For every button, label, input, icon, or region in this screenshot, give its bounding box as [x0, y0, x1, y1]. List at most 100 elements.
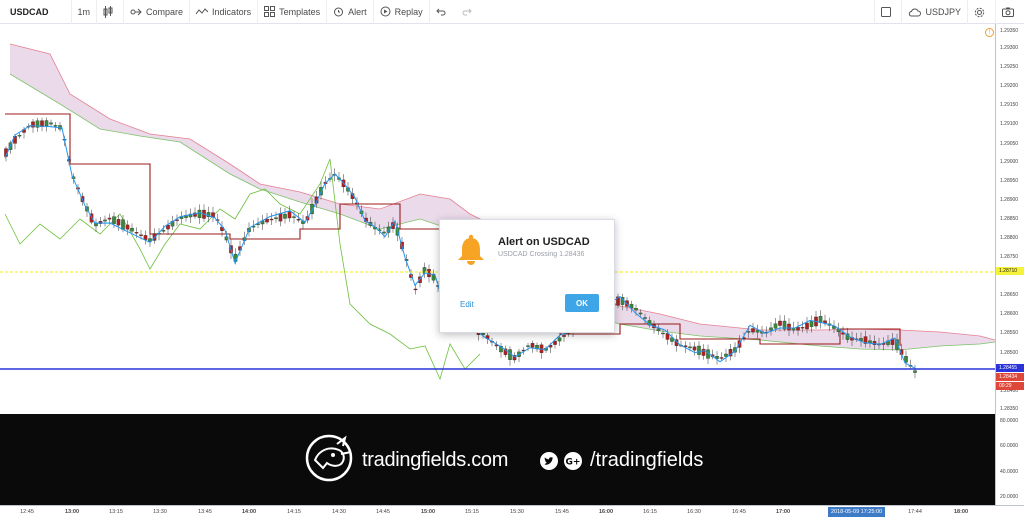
candle-body	[161, 230, 166, 232]
symbol-search[interactable]: USDCAD	[0, 0, 72, 24]
candle-body	[526, 345, 530, 347]
interval-label: 1m	[77, 6, 91, 17]
redo-button[interactable]	[456, 0, 482, 24]
candle-body	[265, 218, 269, 223]
time-label: 13:30	[153, 509, 167, 515]
price-label: 1.29000	[1000, 159, 1019, 165]
undo-button[interactable]	[430, 0, 456, 24]
time-label: 17:44	[908, 509, 922, 515]
candle-body	[278, 213, 283, 222]
candle-body	[751, 328, 755, 333]
candle-body	[296, 219, 301, 221]
price-label: 1.28750	[1000, 254, 1019, 260]
gear-icon	[974, 7, 985, 17]
price-label: 1.29050	[1000, 141, 1019, 147]
price-label: 1.29100	[1000, 121, 1019, 127]
time-label: 14:00	[241, 509, 257, 515]
templates-button[interactable]: Templates	[258, 0, 328, 24]
candle-body	[634, 308, 638, 311]
indicators-button[interactable]: Indicators	[190, 0, 259, 24]
price-label: 1.28850	[1000, 216, 1019, 222]
chart-style-button[interactable]	[97, 0, 125, 24]
alert-button[interactable]: Alert	[327, 0, 374, 24]
settings-button[interactable]	[967, 0, 995, 24]
price-label: 1.28900	[1000, 197, 1019, 203]
brand-text: tradingfields.com	[362, 449, 509, 471]
price-label: 1.28350	[1000, 406, 1019, 412]
templates-icon	[264, 6, 276, 17]
price-label: 1.29350	[1000, 28, 1019, 34]
candle-body	[724, 353, 728, 357]
chart-toolbar: USDCAD 1m Compare Indicators Templates A…	[0, 0, 1024, 24]
candle-body	[134, 232, 139, 234]
interval-button[interactable]: 1m	[72, 0, 98, 24]
time-label: 12:45	[20, 509, 34, 515]
candle-body	[44, 120, 49, 127]
compare-label: Compare	[146, 6, 184, 17]
candle-body	[17, 135, 22, 137]
candle-body	[701, 348, 706, 356]
oscillator-label: 80.0000	[1000, 418, 1019, 424]
time-label: 15:45	[555, 509, 569, 515]
replay-label: Replay	[394, 6, 423, 17]
candle-body	[107, 217, 112, 220]
candle-body	[661, 332, 665, 335]
price-label: 1.28800	[1000, 235, 1019, 241]
time-label: 14:15	[287, 509, 301, 515]
camera-button[interactable]	[995, 0, 1024, 24]
candle-body	[755, 330, 760, 333]
candle-body	[112, 216, 116, 224]
oscillator-label: 20.0000	[1000, 494, 1019, 500]
candle-body	[796, 327, 800, 331]
fullscreen-button[interactable]	[874, 0, 901, 24]
candle-body	[269, 218, 274, 221]
info-icon[interactable]: !	[985, 28, 994, 37]
candle-body	[103, 219, 107, 222]
alert-label: Alert	[348, 6, 367, 17]
candle-body	[557, 337, 562, 342]
price-tag: 00:29	[996, 382, 1024, 390]
price-tag: 1.28455	[996, 364, 1024, 372]
dialog-title: Alert on USDCAD	[498, 236, 590, 248]
oscillator-label: 60.0000	[1000, 443, 1019, 449]
bell-icon	[458, 234, 484, 265]
candle-body	[692, 346, 697, 351]
candle-body	[787, 323, 791, 331]
crosshair-time-label: 2018-05-09 17:25:00	[828, 507, 886, 517]
candle-body	[31, 121, 35, 128]
price-label: 1.29300	[1000, 45, 1019, 51]
time-label: 15:15	[465, 509, 479, 515]
compare-button[interactable]: Compare	[124, 0, 191, 24]
time-label: 13:15	[109, 509, 123, 515]
time-axis[interactable]: 12:45 13:00 13:15 13:30 13:45 14:00 14:15 14:30…	[0, 505, 1024, 519]
save-layout-button[interactable]: USDJPY	[901, 0, 967, 24]
dialog-subtitle: USDCAD Crossing 1.28436	[498, 251, 585, 258]
redo-icon	[462, 8, 472, 15]
price-label: 1.28550	[1000, 330, 1019, 336]
price-axis[interactable]: 1.29350 1.29300 1.29250 1.29200 1.29150 1.291…	[995, 24, 1024, 505]
price-label: 1.28950	[1000, 178, 1019, 184]
oscillator-label: 40.0000	[1000, 469, 1019, 475]
candle-body	[53, 125, 58, 127]
candles-icon	[103, 5, 113, 18]
undo-icon	[435, 8, 446, 15]
time-label: 14:30	[332, 509, 346, 515]
candle-body	[292, 216, 296, 218]
time-label: 13:45	[198, 509, 212, 515]
time-label: 16:45	[732, 509, 746, 515]
replay-icon	[380, 6, 391, 17]
candle-body	[530, 343, 535, 348]
replay-button[interactable]: Replay	[374, 0, 430, 24]
candle-body	[688, 346, 692, 349]
candle-body	[562, 335, 566, 337]
svg-text:G+: G+	[566, 458, 581, 468]
twitter-icon	[540, 452, 558, 470]
edit-alert-link[interactable]: Edit	[460, 300, 474, 309]
indicators-label: Indicators	[212, 6, 252, 17]
alarm-clock-icon	[334, 7, 344, 17]
candle-body	[139, 234, 143, 236]
price-label: 1.29250	[1000, 64, 1019, 70]
candle-body	[800, 327, 805, 329]
candle-body	[121, 219, 125, 230]
ok-button[interactable]: OK	[565, 294, 599, 312]
